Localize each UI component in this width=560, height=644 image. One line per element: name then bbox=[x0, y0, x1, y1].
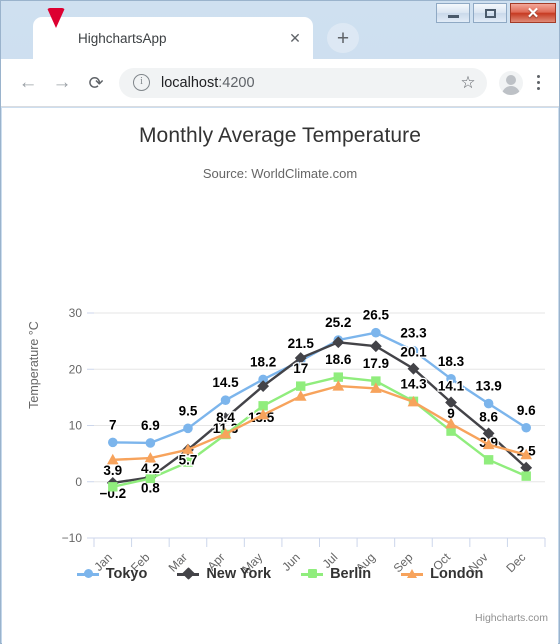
legend-item-label: Berlin bbox=[330, 566, 372, 582]
angular-icon: A bbox=[47, 8, 66, 48]
legend-item-berlin[interactable]: Berlin bbox=[301, 566, 371, 582]
data-point-marker[interactable] bbox=[145, 438, 156, 448]
data-label: 17.9 bbox=[363, 356, 389, 371]
tab-title: HighchartsApp bbox=[78, 30, 167, 46]
close-window-button[interactable]: ✕ bbox=[510, 3, 556, 23]
window-controls: ✕ bbox=[436, 3, 556, 25]
chart-credits: Highcharts.com bbox=[475, 612, 548, 624]
data-point-marker[interactable] bbox=[220, 395, 231, 405]
data-point-marker[interactable] bbox=[521, 471, 531, 481]
data-point-marker[interactable] bbox=[183, 423, 193, 434]
new-tab-button[interactable]: + bbox=[327, 23, 359, 53]
restore-icon bbox=[484, 8, 496, 18]
browser-tab[interactable]: A HighchartsApp ✕ bbox=[33, 8, 313, 59]
url-host: localhost bbox=[161, 74, 219, 91]
data-label: 21.5 bbox=[288, 336, 315, 351]
tab-close-icon[interactable]: ✕ bbox=[283, 30, 307, 47]
data-label: 6.9 bbox=[141, 418, 160, 433]
legend-item-label: London bbox=[430, 566, 484, 582]
data-label: 7 bbox=[109, 417, 117, 432]
legend-symbol-diamond-icon bbox=[177, 567, 200, 581]
forward-icon[interactable]: → bbox=[45, 66, 79, 100]
browser-toolbar: ← → ⟳ i localhost:4200 ☆ bbox=[1, 59, 559, 107]
data-label: 9.5 bbox=[179, 403, 198, 418]
data-label: 26.5 bbox=[363, 308, 390, 323]
data-label: 8.6 bbox=[479, 409, 498, 424]
y-axis-tick-label: 10 bbox=[69, 419, 83, 433]
legend-symbol-triangle-icon bbox=[401, 567, 424, 581]
profile-avatar[interactable] bbox=[499, 70, 523, 95]
data-label: 3.9 bbox=[103, 463, 122, 478]
data-label: 20.1 bbox=[400, 345, 427, 360]
y-axis-tick-label: 30 bbox=[69, 306, 83, 320]
legend-item-london[interactable]: London bbox=[401, 566, 483, 582]
data-label: 17 bbox=[293, 361, 308, 376]
data-label: 14.3 bbox=[400, 376, 427, 391]
data-point-marker[interactable] bbox=[258, 401, 268, 411]
data-label: 25.2 bbox=[325, 315, 351, 330]
url-text: localhost:4200 bbox=[161, 75, 455, 91]
legend-item-new-york[interactable]: New York bbox=[177, 566, 271, 582]
address-bar[interactable]: i localhost:4200 ☆ bbox=[119, 67, 487, 98]
data-point-marker[interactable] bbox=[296, 381, 306, 391]
data-label: 4.2 bbox=[141, 461, 160, 476]
legend-item-label: New York bbox=[206, 566, 272, 582]
close-icon: ✕ bbox=[526, 4, 540, 22]
data-point-marker[interactable] bbox=[483, 398, 494, 409]
data-label: 14.1 bbox=[438, 378, 465, 393]
legend-symbol-circle-icon bbox=[76, 567, 99, 581]
data-point-marker[interactable] bbox=[108, 482, 118, 492]
chart-plot-area: 3020100−10Jan Feb Mar Apr May Jun Jul Aug Sep Oct… bbox=[62, 306, 546, 576]
reload-icon[interactable]: ⟳ bbox=[79, 66, 113, 100]
data-label: 14.5 bbox=[212, 375, 239, 390]
maximize-button[interactable] bbox=[473, 3, 507, 23]
data-label: 18.2 bbox=[250, 354, 276, 369]
series-line-new-york bbox=[111, 341, 528, 485]
site-info-icon[interactable]: i bbox=[133, 74, 150, 91]
url-port: :4200 bbox=[218, 74, 255, 91]
data-point-marker[interactable] bbox=[107, 437, 118, 448]
chart-legend: Tokyo New York Berlin London bbox=[2, 566, 558, 582]
data-point-marker[interactable] bbox=[369, 340, 382, 353]
angular-icon-letter: A bbox=[52, 29, 61, 41]
browser-window: ✕ A HighchartsApp ✕ + ← → ⟳ i localhost:… bbox=[0, 0, 560, 644]
data-label: 9.6 bbox=[517, 403, 536, 418]
data-point-marker[interactable] bbox=[521, 422, 532, 433]
series-line-london bbox=[111, 384, 528, 461]
page-content: Monthly Average Temperature Source: Worl… bbox=[2, 108, 558, 644]
data-label: 23.3 bbox=[400, 326, 427, 341]
legend-item-label: Tokyo bbox=[105, 566, 148, 582]
y-axis-tick-label: −10 bbox=[62, 531, 83, 545]
minimize-button[interactable] bbox=[436, 3, 470, 23]
tab-strip: ✕ A HighchartsApp ✕ + bbox=[1, 1, 559, 59]
data-point-marker[interactable] bbox=[483, 455, 494, 465]
data-label: 5.7 bbox=[179, 453, 198, 468]
legend-item-tokyo[interactable]: Tokyo bbox=[76, 566, 148, 582]
browser-menu-icon[interactable] bbox=[527, 75, 549, 90]
highcharts-chart: Monthly Average Temperature Source: Worl… bbox=[2, 108, 558, 628]
data-point-marker[interactable] bbox=[333, 372, 343, 382]
legend-symbol-square-icon bbox=[301, 567, 324, 581]
minimize-icon bbox=[447, 15, 459, 18]
back-icon[interactable]: ← bbox=[11, 66, 45, 100]
data-point-marker[interactable] bbox=[371, 327, 381, 338]
data-label: 18.3 bbox=[438, 354, 465, 369]
data-label: 13.9 bbox=[475, 379, 501, 394]
data-label: 18.6 bbox=[325, 352, 352, 367]
data-label: 8.4 bbox=[216, 410, 235, 425]
y-axis-tick-label: 0 bbox=[75, 475, 82, 489]
bookmark-star-icon[interactable]: ☆ bbox=[455, 74, 481, 91]
y-axis-tick-label: 20 bbox=[69, 362, 83, 376]
